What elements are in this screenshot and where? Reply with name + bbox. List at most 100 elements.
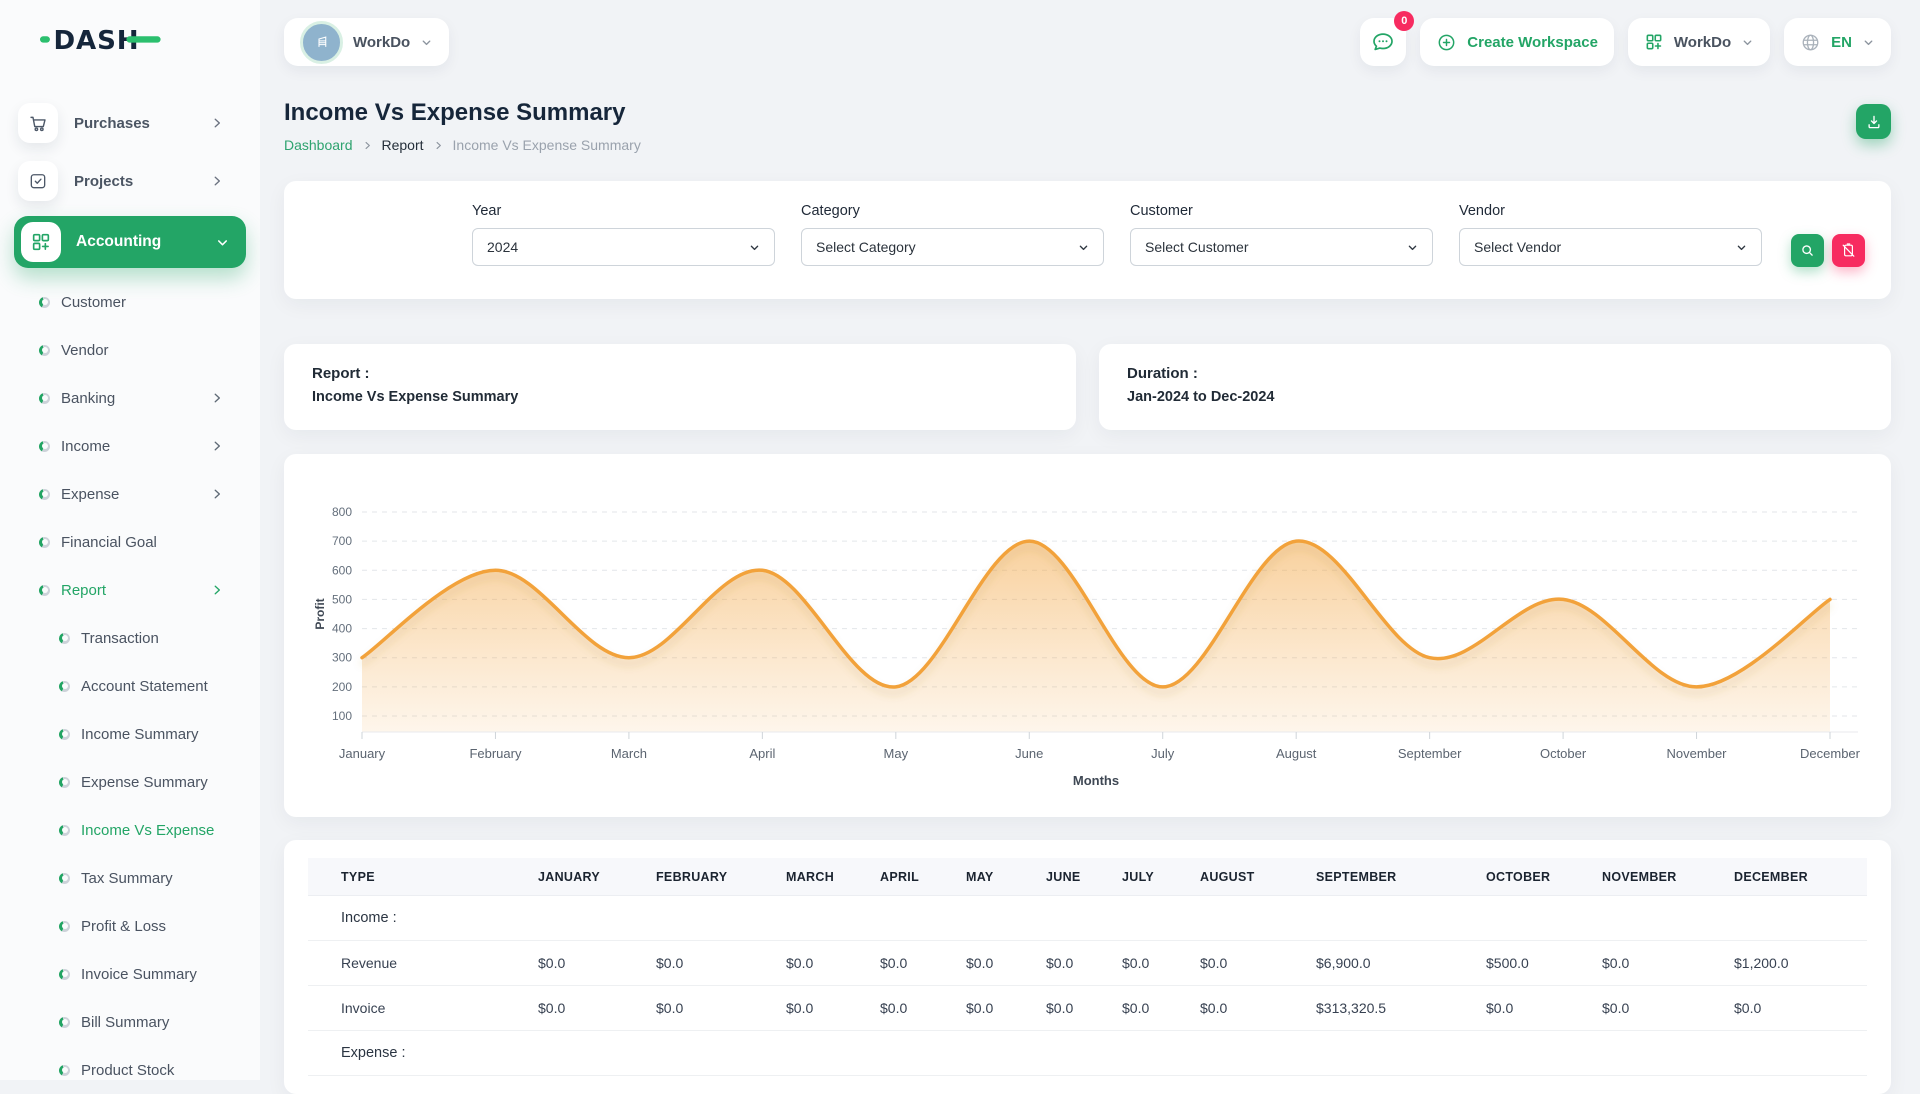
sidebar-item-expense[interactable]: Expense xyxy=(0,470,260,518)
brand-logo[interactable]: DASH xyxy=(0,0,260,78)
sidebar: DASH PurchasesProjects Acco xyxy=(0,0,260,1080)
create-workspace-button[interactable]: Create Workspace xyxy=(1420,18,1614,66)
svg-text:June: June xyxy=(1015,746,1043,761)
breadcrumb-report[interactable]: Report xyxy=(382,137,424,153)
row-type: Invoice xyxy=(308,986,538,1031)
report-card-title: Report : xyxy=(312,365,1048,382)
chevron-right-icon xyxy=(362,140,373,151)
duration-card-value: Jan-2024 to Dec-2024 xyxy=(1127,389,1863,405)
sidebar-item-label: Purchases xyxy=(74,115,210,132)
sidebar-item-bill-summary[interactable]: Bill Summary xyxy=(0,998,260,1046)
bullet-icon xyxy=(59,777,70,788)
sidebar-item-label: Report xyxy=(61,582,106,599)
vendor-select[interactable]: Select Vendor xyxy=(1459,228,1762,266)
row-type: Revenue xyxy=(308,941,538,986)
report-card: Report : Income Vs Expense Summary xyxy=(284,344,1076,430)
messages-button[interactable]: 0 xyxy=(1360,18,1406,66)
filter-actions xyxy=(1791,234,1865,267)
cell-value: $0.0 xyxy=(880,941,966,986)
sidebar-item-expense-summary[interactable]: Expense Summary xyxy=(0,758,260,806)
sidebar-item-product-stock[interactable]: Product Stock xyxy=(0,1046,260,1080)
category-label: Category xyxy=(801,203,1104,219)
sidebar-item-profit-loss[interactable]: Profit & Loss xyxy=(0,902,260,950)
table-body: Income :Revenue$0.0$0.0$0.0$0.0$0.0$0.0$… xyxy=(308,896,1867,1076)
table-row-revenue: Revenue$0.0$0.0$0.0$0.0$0.0$0.0$0.0$0.0$… xyxy=(308,941,1867,986)
cell-value: $0.0 xyxy=(538,986,656,1031)
sidebar-item-accounting[interactable]: Accounting xyxy=(14,216,246,268)
column-header-june: JUNE xyxy=(1046,858,1122,896)
cell-value: $0.0 xyxy=(1602,986,1734,1031)
download-button[interactable] xyxy=(1856,104,1891,139)
chevron-right-icon xyxy=(433,140,444,151)
building-icon xyxy=(313,33,331,51)
report-table-card: TYPEJANUARYFEBRUARYMARCHAPRILMAYJUNEJULY… xyxy=(284,840,1891,1094)
chevron-down-icon xyxy=(420,36,433,49)
cell-value: $0.0 xyxy=(1122,986,1200,1031)
chevron-down-icon xyxy=(1741,36,1754,49)
sidebar-item-label: Expense Summary xyxy=(81,774,208,791)
sidebar-item-projects[interactable]: Projects xyxy=(14,158,246,204)
workdo-menu-button[interactable]: WorkDo xyxy=(1628,18,1770,66)
cart-iconbox xyxy=(18,103,58,143)
sidebar-item-transaction[interactable]: Transaction xyxy=(0,614,260,662)
sidebar-item-label: Transaction xyxy=(81,630,159,647)
apply-filter-button[interactable] xyxy=(1791,234,1824,267)
app-root: DASH PurchasesProjects Acco xyxy=(0,0,1920,1080)
customer-select[interactable]: Select Customer xyxy=(1130,228,1433,266)
bullet-icon xyxy=(39,489,50,500)
sidebar-item-invoice-summary[interactable]: Invoice Summary xyxy=(0,950,260,998)
sidebar-item-income[interactable]: Income xyxy=(0,422,260,470)
sidebar-item-label: Profit & Loss xyxy=(81,918,166,935)
sidebar-item-label: Account Statement xyxy=(81,678,208,695)
sidebar-item-label: Income xyxy=(61,438,110,455)
sidebar-item-customer[interactable]: Customer xyxy=(0,278,260,326)
report-table: TYPEJANUARYFEBRUARYMARCHAPRILMAYJUNEJULY… xyxy=(308,858,1867,1076)
bullet-icon xyxy=(59,873,70,884)
language-label: EN xyxy=(1831,34,1852,51)
globe-icon xyxy=(1800,32,1821,53)
customer-field: Customer Select Customer xyxy=(1130,203,1433,266)
sidebar-item-vendor[interactable]: Vendor xyxy=(0,326,260,374)
category-select[interactable]: Select Category xyxy=(801,228,1104,266)
cell-value: $0.0 xyxy=(966,941,1046,986)
bullet-icon xyxy=(59,729,70,740)
workspace-switcher[interactable]: WorkDo xyxy=(284,18,449,66)
column-header-january: JANUARY xyxy=(538,858,656,896)
sidebar-item-tax-summary[interactable]: Tax Summary xyxy=(0,854,260,902)
sidebar-item-account-statement[interactable]: Account Statement xyxy=(0,662,260,710)
svg-text:December: December xyxy=(1800,746,1861,761)
sidebar-nav: Purchases Projects Accounting xyxy=(0,78,260,1080)
reset-filter-button[interactable] xyxy=(1832,234,1865,267)
cell-value: $0.0 xyxy=(1734,986,1867,1031)
sidebar-item-purchases[interactable]: Purchases xyxy=(14,100,246,146)
svg-text:March: March xyxy=(611,746,647,761)
sidebar-item-banking[interactable]: Banking xyxy=(0,374,260,422)
breadcrumb-dashboard[interactable]: Dashboard xyxy=(284,137,353,153)
year-select[interactable]: 2024 xyxy=(472,228,775,266)
sidebar-item-income-summary[interactable]: Income Summary xyxy=(0,710,260,758)
customer-label: Customer xyxy=(1130,203,1433,219)
sidebar-item-financial-goal[interactable]: Financial Goal xyxy=(0,518,260,566)
sidebar-item-label: Bill Summary xyxy=(81,1014,169,1031)
svg-text:July: July xyxy=(1151,746,1175,761)
svg-text:DASH: DASH xyxy=(54,26,140,56)
breadcrumb-current: Income Vs Expense Summary xyxy=(453,137,641,153)
cell-value: $0.0 xyxy=(1486,986,1602,1031)
sidebar-item-income-vs-expense[interactable]: Income Vs Expense xyxy=(0,806,260,854)
sidebar-item-report[interactable]: Report xyxy=(0,566,260,614)
bullet-icon xyxy=(39,297,50,308)
language-selector[interactable]: EN xyxy=(1784,18,1891,66)
svg-text:600: 600 xyxy=(332,563,352,577)
chevron-right-icon xyxy=(210,391,224,405)
sidebar-item-label: Banking xyxy=(61,390,115,407)
cart-icon xyxy=(28,113,49,134)
page-head: Income Vs Expense Summary Dashboard Repo… xyxy=(284,98,1891,153)
cell-value: $0.0 xyxy=(1046,986,1122,1031)
filter-panel: Year 2024 Category Select Category Custo… xyxy=(284,181,1891,299)
section-heading: Expense : xyxy=(308,1031,1867,1076)
caret-down-icon xyxy=(1734,240,1749,255)
svg-text:100: 100 xyxy=(332,709,352,723)
column-header-september: SEPTEMBER xyxy=(1316,858,1486,896)
sidebar-item-label: Accounting xyxy=(76,233,215,251)
sidebar-item-label: Expense xyxy=(61,486,119,503)
